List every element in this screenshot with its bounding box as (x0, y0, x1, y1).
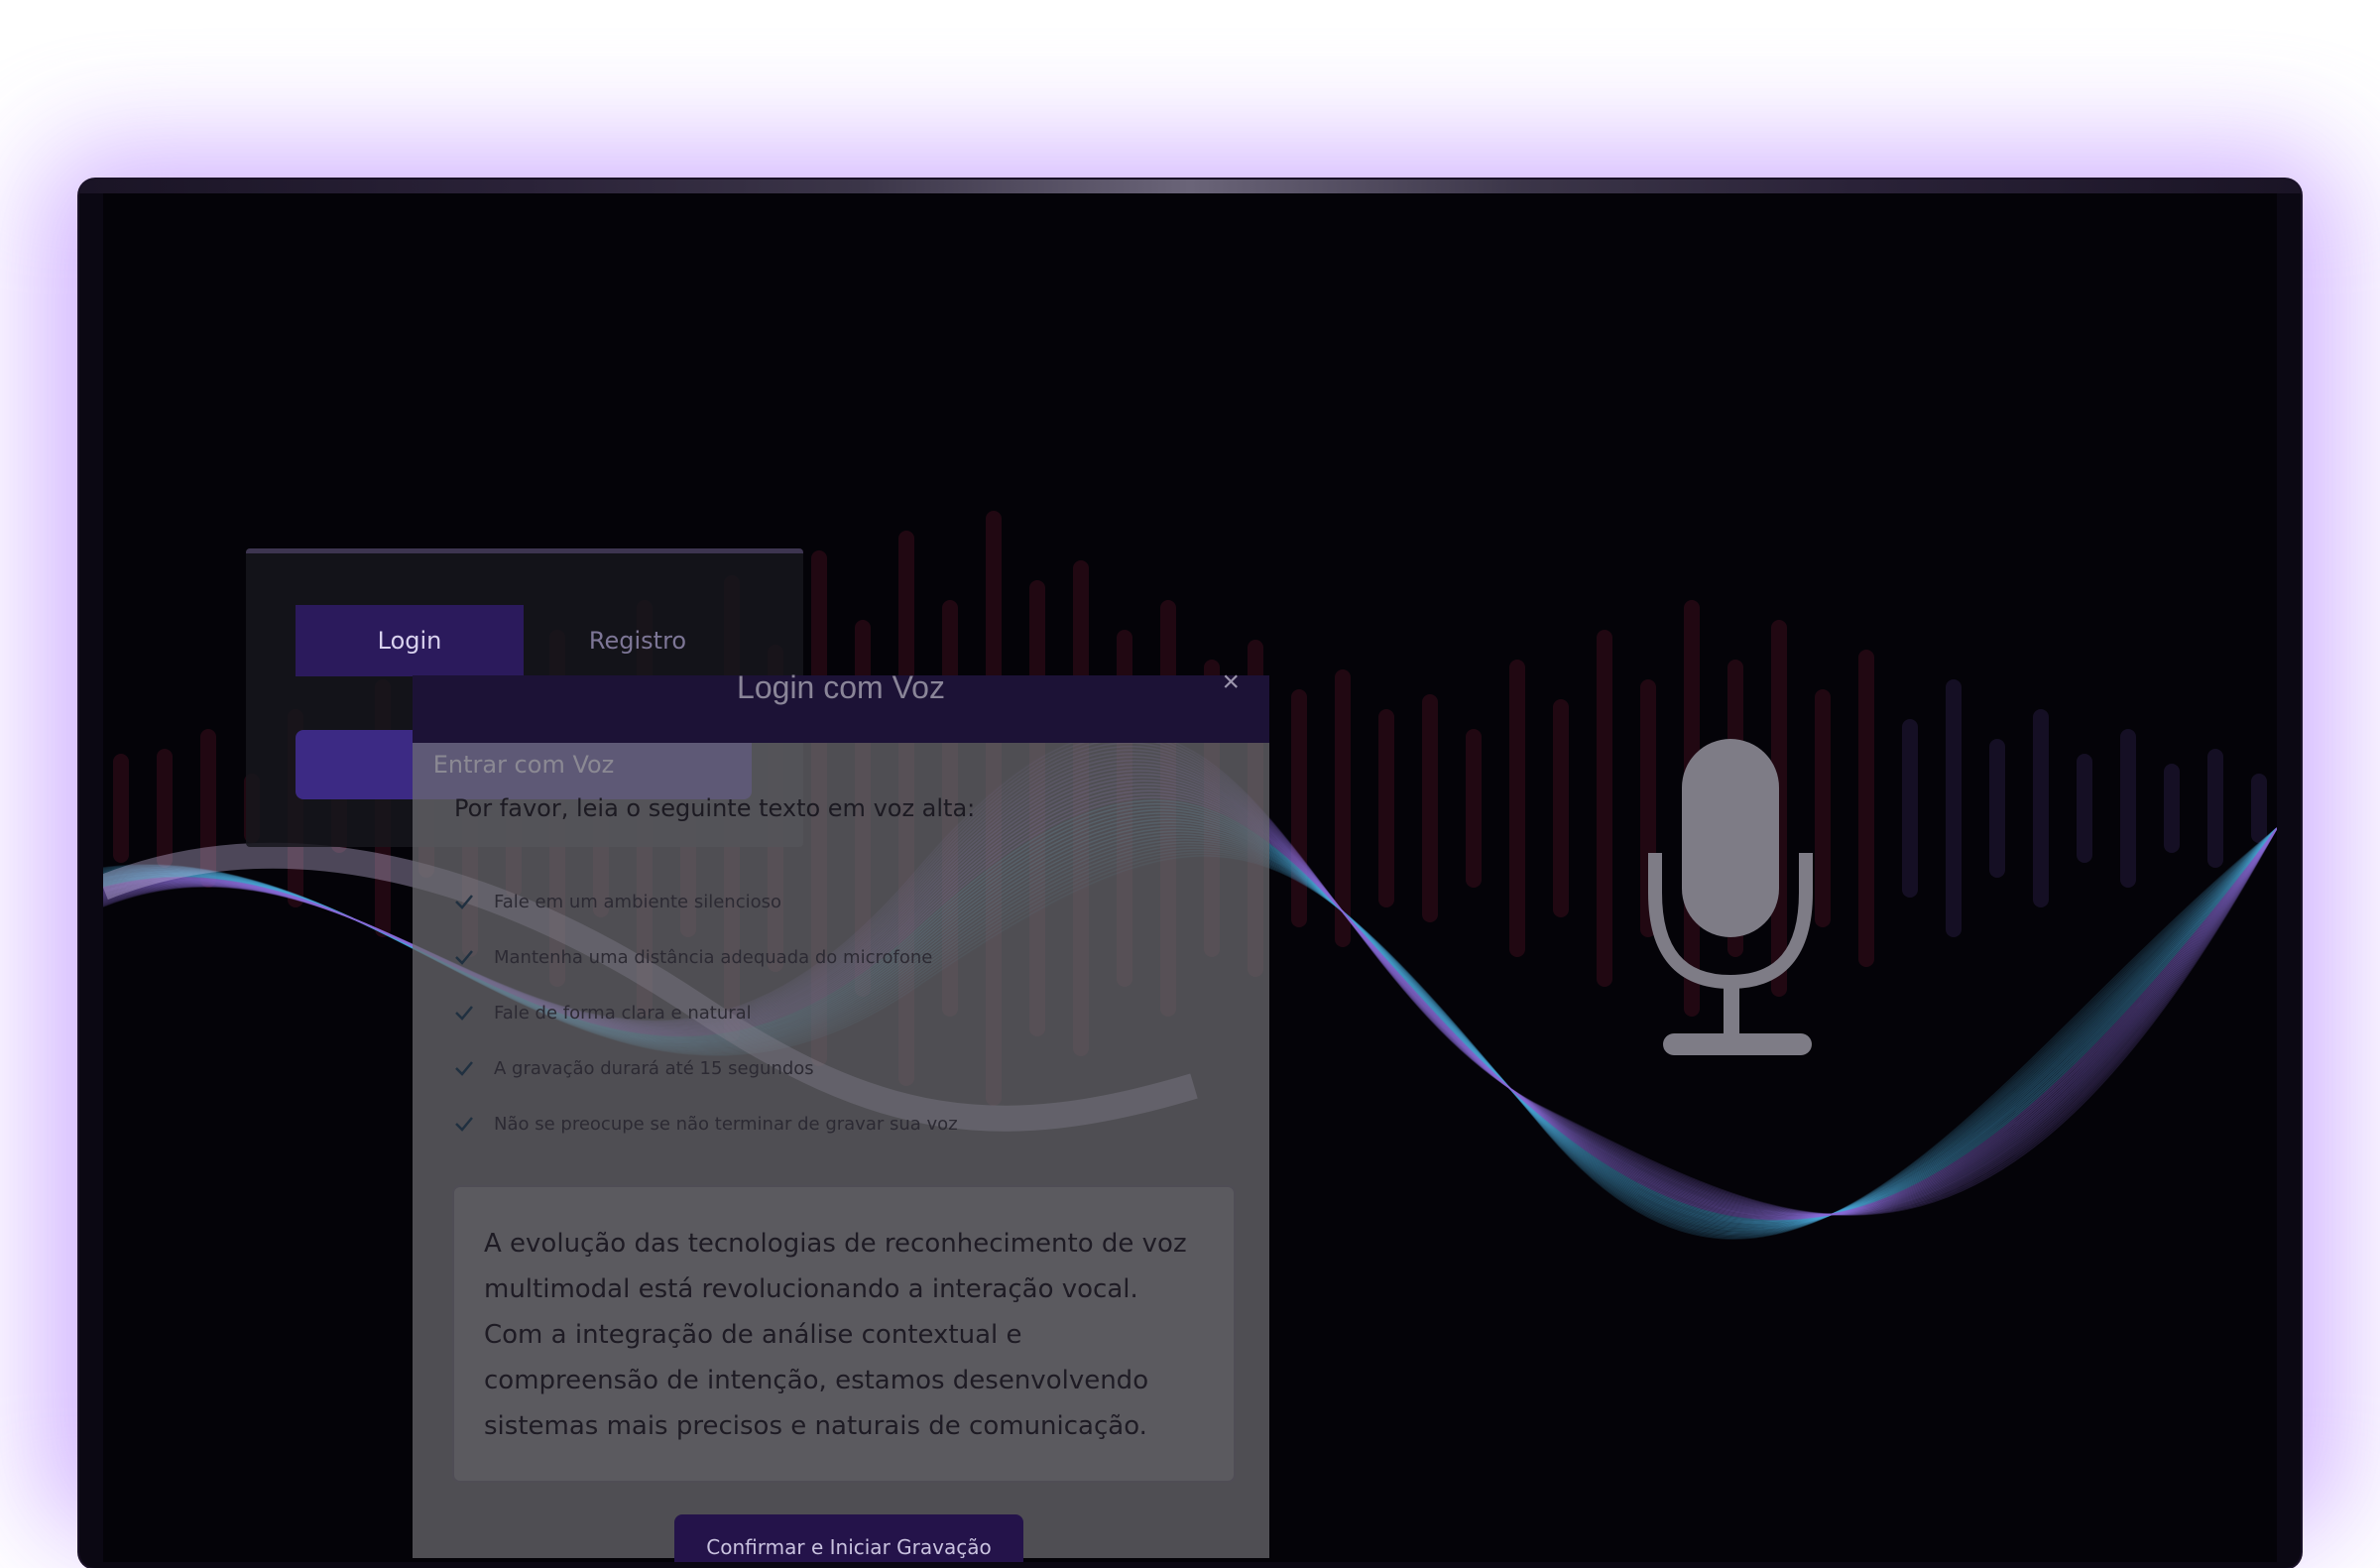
reading-passage: A evolução das tecnologias de reconhecim… (484, 1229, 1187, 1441)
check-icon (455, 1117, 473, 1132)
frame-top-edge (79, 180, 2301, 193)
tip-item: A gravação durará até 15 segundos (454, 1040, 958, 1096)
close-icon[interactable]: × (1222, 665, 1240, 699)
confirm-record-button[interactable]: Confirmar e Iniciar Gravação (674, 1514, 1023, 1562)
tips-list: Fale em um ambiente silencioso Mantenha … (454, 874, 958, 1151)
tip-item: Não se preocupe se não terminar de grava… (454, 1096, 958, 1151)
voice-login-modal: Login com Voz × Por favor, leia o seguin… (413, 665, 1269, 1562)
tip-text: Fale de forma clara e natural (494, 1002, 752, 1024)
tip-item: Fale de forma clara e natural (454, 985, 958, 1040)
microphone-icon (1648, 739, 1813, 1055)
tab-login[interactable]: Login (296, 605, 524, 676)
tip-text: Não se preocupe se não terminar de grava… (494, 1113, 958, 1135)
tip-item: Mantenha uma distância adequada do micro… (454, 929, 958, 985)
check-icon (455, 1061, 473, 1076)
modal-instruction: Por favor, leia o seguinte texto em voz … (454, 794, 976, 822)
modal-title: Login com Voz (737, 669, 945, 705)
tab-register[interactable]: Registro (524, 605, 752, 676)
check-icon (455, 950, 473, 965)
check-icon (455, 895, 473, 909)
check-icon (455, 1006, 473, 1021)
screen: Login Registro Entrar com Voz Login com … (103, 193, 2277, 1562)
tip-text: Fale em um ambiente silencioso (494, 891, 782, 912)
tip-item: Fale em um ambiente silencioso (454, 874, 958, 929)
tip-text: A gravação durará até 15 segundos (494, 1057, 814, 1079)
reading-passage-box: A evolução das tecnologias de reconhecim… (452, 1185, 1236, 1483)
device-frame: Login Registro Entrar com Voz Login com … (79, 180, 2301, 1568)
tip-text: Mantenha uma distância adequada do micro… (494, 946, 933, 968)
